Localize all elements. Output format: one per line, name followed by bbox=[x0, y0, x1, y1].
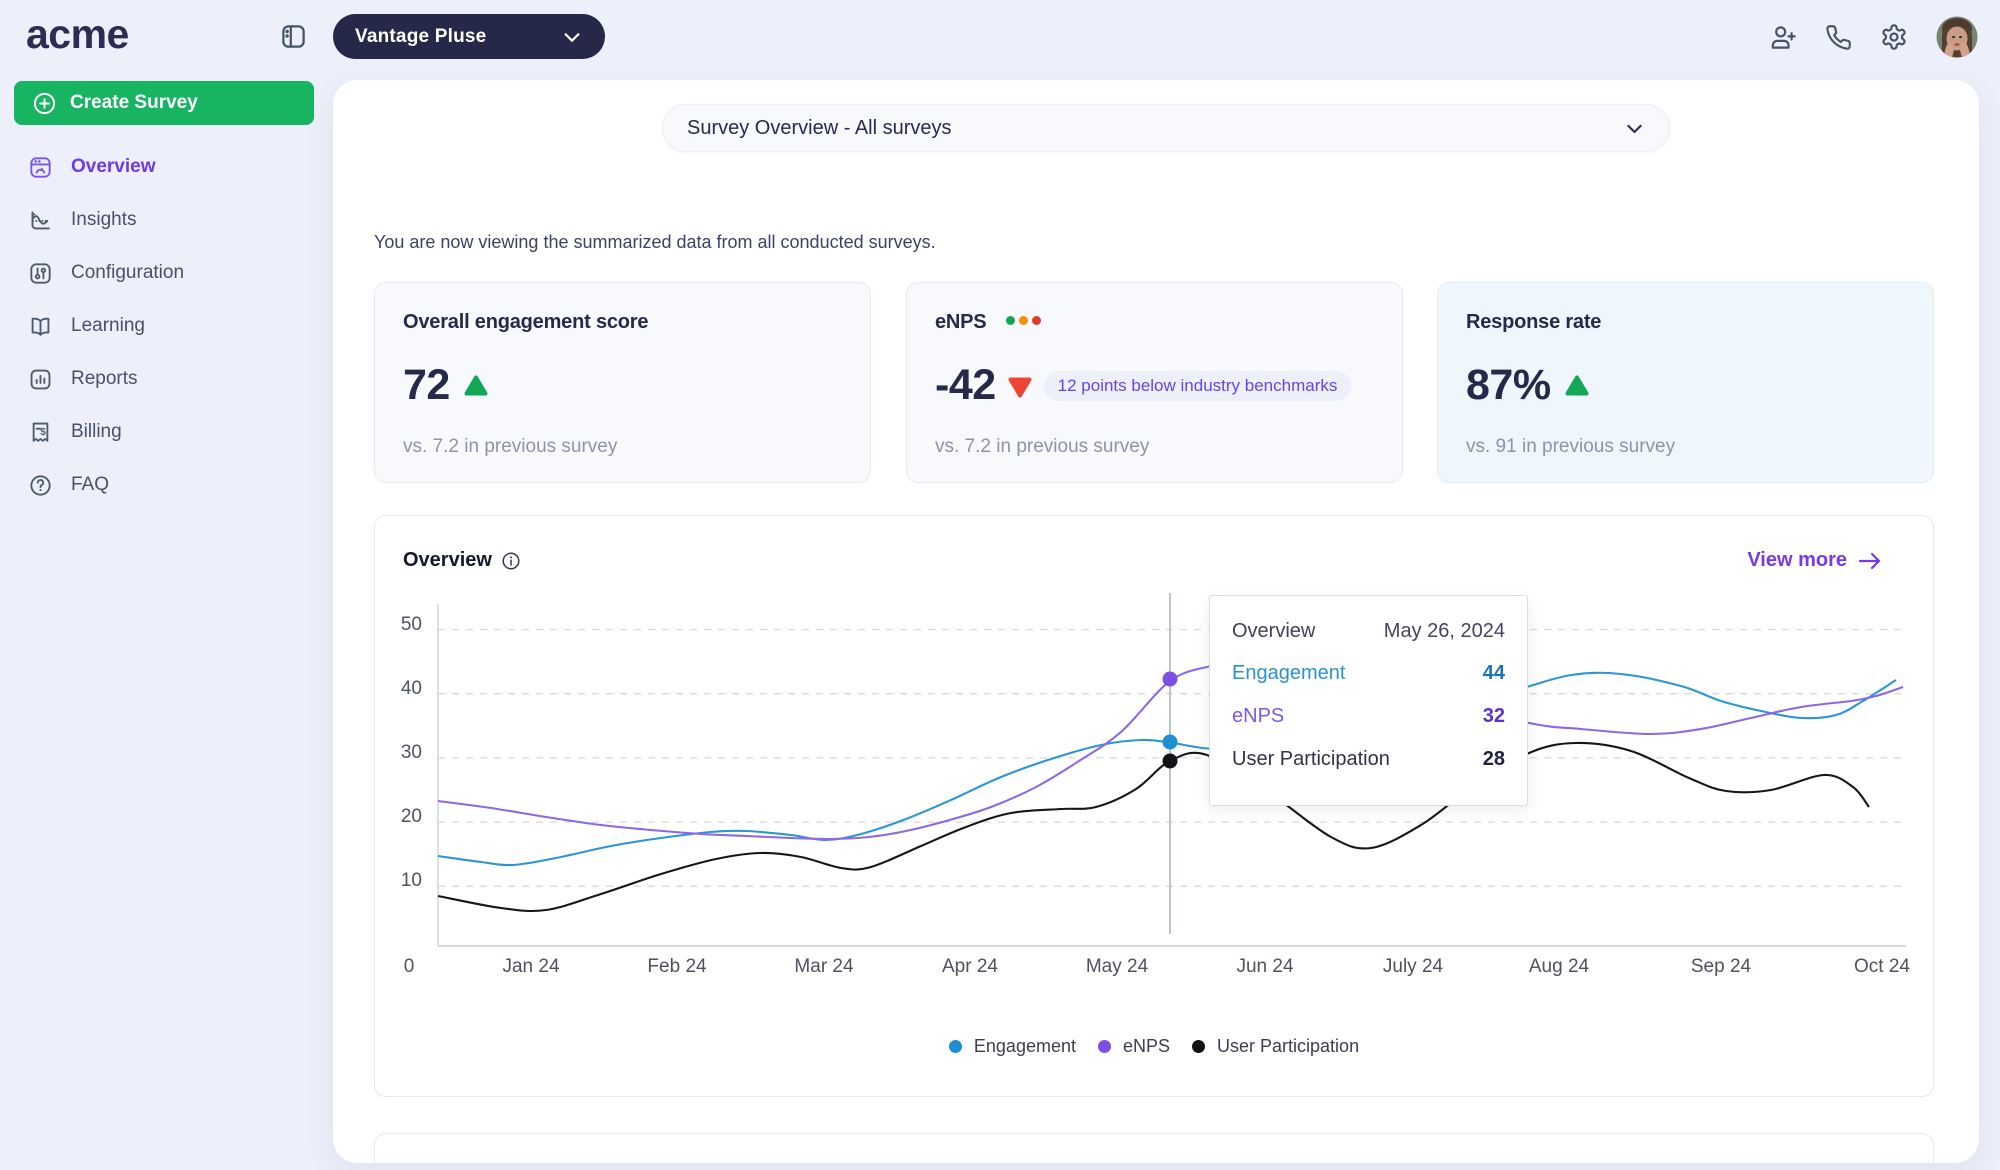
svg-text:Jan 24: Jan 24 bbox=[502, 956, 559, 977]
svg-text:10: 10 bbox=[401, 870, 422, 891]
svg-text:Jun 24: Jun 24 bbox=[1236, 956, 1293, 977]
svg-text:Aug 24: Aug 24 bbox=[1529, 956, 1590, 977]
svg-text:40: 40 bbox=[401, 678, 422, 699]
svg-text:Apr 24: Apr 24 bbox=[942, 956, 998, 977]
svg-text:0: 0 bbox=[404, 956, 415, 977]
svg-text:Feb 24: Feb 24 bbox=[647, 956, 707, 977]
svg-text:Oct 24: Oct 24 bbox=[1854, 956, 1910, 977]
svg-text:July 24: July 24 bbox=[1383, 956, 1444, 977]
svg-text:30: 30 bbox=[401, 742, 422, 763]
svg-text:50: 50 bbox=[401, 614, 422, 635]
svg-text:Mar 24: Mar 24 bbox=[794, 956, 854, 977]
svg-text:20: 20 bbox=[401, 806, 422, 827]
svg-text:May 24: May 24 bbox=[1086, 956, 1149, 977]
svg-text:Sep 24: Sep 24 bbox=[1691, 956, 1752, 977]
svg-text:$: $ bbox=[40, 427, 46, 438]
